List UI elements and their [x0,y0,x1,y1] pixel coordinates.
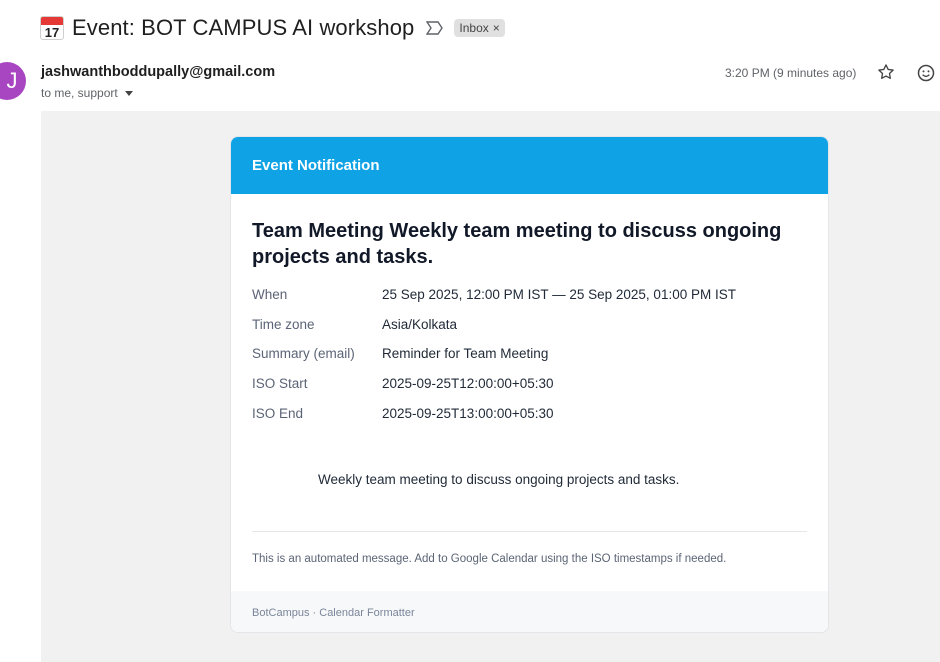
event-title: Team Meeting Weekly team meeting to disc… [252,220,782,268]
sender-avatar[interactable]: J [0,62,26,100]
detail-value: Asia/Kolkata [382,316,458,332]
detail-label: Summary (email) [252,346,355,362]
event-details: When 25 Sep 2025, 12:00 PM IST — 25 Sep … [252,287,812,435]
detail-label: ISO Start [252,376,308,392]
email-subject: Event: BOT CAMPUS AI workshop [72,15,415,40]
calendar-emoji-icon: 17 [40,16,64,40]
email-body: Event Notification Team Meeting Weekly t… [41,111,940,662]
event-card: Event Notification Team Meeting Weekly t… [230,136,829,633]
important-marker-icon[interactable] [426,19,444,37]
detail-value: Reminder for Team Meeting [382,346,549,362]
emoji-svg [917,64,935,82]
star-svg [878,64,894,80]
message-timestamp: 3:20 PM (9 minutes ago) [725,66,857,80]
detail-row-timezone: Time zone Asia/Kolkata [252,317,812,347]
detail-row-iso-end: ISO End 2025-09-25T13:00:00+05:30 [252,406,812,436]
subject-row: 17 Event: BOT CAMPUS AI workshop Inbox × [40,12,505,44]
divider [252,531,807,532]
recipients-text: to me, support [41,86,118,100]
important-marker-svg [426,21,444,35]
inbox-label-chip[interactable]: Inbox × [454,19,505,37]
detail-label: When [252,287,288,302]
card-header: Event Notification [231,137,828,194]
detail-value: 2025-09-25T13:00:00+05:30 [382,405,554,421]
detail-value: 2025-09-25T12:00:00+05:30 [382,376,554,392]
calendar-emoji-day: 17 [44,25,60,40]
calendar-emoji-top [41,17,63,25]
event-description: Weekly team meeting to discuss ongoing p… [318,472,680,487]
automated-note: This is an automated message. Add to Goo… [252,553,727,565]
remove-label-icon[interactable]: × [493,21,500,35]
recipients-details[interactable]: to me, support [41,86,133,100]
inbox-label-text: Inbox [459,21,489,35]
avatar-letter: J [6,68,18,93]
sender-email[interactable]: jashwanthboddupally@gmail.com [41,64,275,80]
star-icon[interactable] [876,62,896,82]
detail-label: Time zone [252,316,315,332]
detail-value: 25 Sep 2025, 12:00 PM IST — 25 Sep 2025,… [382,287,736,302]
detail-row-iso-start: ISO Start 2025-09-25T12:00:00+05:30 [252,376,812,406]
detail-label: ISO End [252,405,304,421]
chevron-down-icon[interactable] [124,90,133,96]
card-footer: BotCampus · Calendar Formatter [231,591,828,632]
emoji-reaction-icon[interactable] [916,63,936,83]
detail-row-summary: Summary (email) Reminder for Team Meetin… [252,346,812,376]
detail-row-when: When 25 Sep 2025, 12:00 PM IST — 25 Sep … [252,287,812,317]
